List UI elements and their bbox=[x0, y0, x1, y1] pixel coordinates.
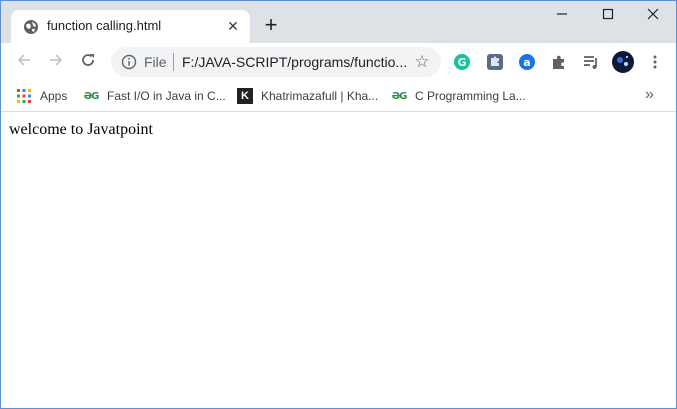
reading-list-icon[interactable] bbox=[581, 52, 601, 72]
reload-button[interactable] bbox=[74, 48, 102, 76]
puzzle-extension-icon[interactable] bbox=[485, 52, 505, 72]
bookmark-label: Khatrimazafull | Kha... bbox=[261, 89, 379, 103]
page-content: welcome to Javatpoint bbox=[1, 112, 676, 408]
back-arrow-icon bbox=[16, 52, 32, 73]
profile-avatar[interactable] bbox=[612, 51, 634, 73]
extensions-puzzle-icon[interactable] bbox=[549, 52, 569, 72]
geeksforgeeks-icon: ƏG bbox=[391, 90, 408, 102]
forward-arrow-icon bbox=[48, 52, 64, 73]
globe-icon bbox=[23, 19, 39, 35]
k-glyph: K bbox=[237, 88, 253, 104]
bookmark-label: C Programming La... bbox=[415, 89, 526, 103]
divider bbox=[173, 53, 174, 71]
svg-text:a: a bbox=[523, 56, 530, 69]
bookmark-item[interactable]: K Khatrimazafull | Kha... bbox=[237, 86, 378, 106]
geeksforgeeks-icon: ƏG bbox=[83, 90, 100, 102]
bookmark-item[interactable]: ƏG C Programming La... bbox=[391, 86, 526, 106]
reload-icon bbox=[80, 52, 96, 73]
tab-title: function calling.html bbox=[47, 18, 162, 33]
forward-button[interactable] bbox=[42, 48, 70, 76]
close-icon bbox=[647, 7, 659, 25]
k-icon: K bbox=[237, 88, 253, 104]
more-bookmarks-icon[interactable]: » bbox=[645, 86, 654, 104]
bookmark-label: Apps bbox=[40, 89, 68, 103]
bookmark-item[interactable]: ƏG Fast I/O in Java in C... bbox=[83, 86, 226, 106]
minimize-control[interactable] bbox=[539, 1, 585, 31]
bookmark-apps[interactable]: Apps bbox=[16, 86, 67, 106]
browser-toolbar: File F:/JAVA-SCRIPT/programs/functio... … bbox=[1, 43, 676, 81]
a-extension-icon[interactable]: a bbox=[517, 52, 537, 72]
close-control[interactable] bbox=[630, 1, 676, 31]
svg-text:G: G bbox=[457, 56, 466, 69]
file-chip-label: File bbox=[144, 54, 167, 70]
tab-close-icon[interactable]: ✕ bbox=[225, 18, 241, 34]
browser-window: function calling.html ✕ + File F:/JAVA-S… bbox=[0, 0, 677, 409]
info-icon[interactable] bbox=[121, 54, 137, 70]
bookmarks-bar: Apps ƏG Fast I/O in Java in C... K Khatr… bbox=[1, 81, 676, 112]
new-tab-button[interactable]: + bbox=[259, 13, 283, 37]
url-text[interactable]: F:/JAVA-SCRIPT/programs/functio... bbox=[182, 54, 407, 70]
maximize-control[interactable] bbox=[585, 1, 631, 31]
menu-kebab-icon[interactable] bbox=[645, 52, 665, 72]
maximize-icon bbox=[602, 7, 614, 25]
tab-active[interactable]: function calling.html ✕ bbox=[11, 10, 250, 43]
page-text: welcome to Javatpoint bbox=[9, 121, 153, 138]
minimize-icon bbox=[556, 7, 568, 25]
apps-grid-icon bbox=[16, 88, 32, 104]
back-button[interactable] bbox=[10, 48, 38, 76]
address-bar[interactable]: File F:/JAVA-SCRIPT/programs/functio... … bbox=[111, 47, 441, 77]
grammarly-icon[interactable]: G bbox=[452, 52, 472, 72]
bookmark-label: Fast I/O in Java in C... bbox=[107, 89, 226, 103]
bookmark-star-icon[interactable]: ☆ bbox=[413, 53, 431, 71]
